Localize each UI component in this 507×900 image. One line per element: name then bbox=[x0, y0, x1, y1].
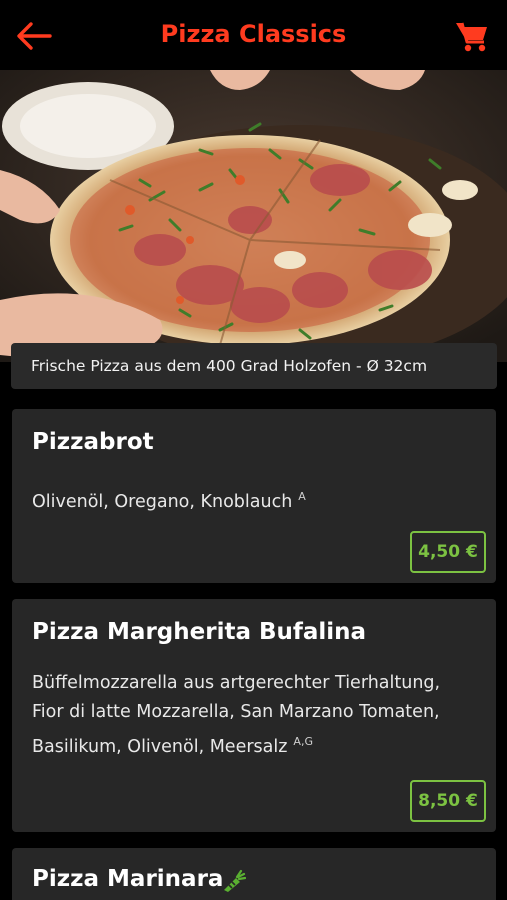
menu-item-name: Pizza Marinara bbox=[32, 866, 224, 892]
menu-item-card[interactable]: Pizza Margherita Bufalina Büffelmozzarel… bbox=[12, 599, 496, 832]
shopping-cart-icon bbox=[456, 22, 487, 52]
price-button[interactable]: 4,50 € bbox=[410, 531, 486, 573]
hero-pizza-image bbox=[0, 70, 507, 362]
allergen-codes: A bbox=[298, 490, 306, 503]
description-line: Olivenöl, Oregano, Knoblauch bbox=[32, 491, 293, 512]
menu-item-description: Büffelmozzarella aus artgerechter Tierha… bbox=[32, 669, 472, 762]
hero-caption: Frische Pizza aus dem 400 Grad Holzofen … bbox=[11, 343, 497, 389]
hero-caption-text: Frische Pizza aus dem 400 Grad Holzofen … bbox=[31, 357, 428, 375]
price-button[interactable]: 8,50 € bbox=[410, 780, 486, 822]
menu-item-card[interactable]: Pizzabrot Olivenöl, Oregano, Knoblauch A … bbox=[12, 409, 496, 583]
menu-item-name: Pizza Margherita Bufalina bbox=[32, 619, 367, 645]
cart-button[interactable] bbox=[455, 18, 489, 54]
description-line: Büffelmozzarella aus artgerechter Tierha… bbox=[32, 673, 441, 693]
menu-item-name: Pizzabrot bbox=[32, 429, 154, 455]
menu-item-description: Olivenöl, Oregano, Knoblauch A bbox=[32, 482, 472, 517]
description-line: Fior di latte Mozzarella, San Marzano To… bbox=[32, 702, 440, 722]
page-title: Pizza Classics bbox=[160, 20, 347, 48]
top-bar: Pizza Classics bbox=[0, 0, 507, 70]
description-line: Basilikum, Olivenöl, Meersalz bbox=[32, 736, 288, 757]
menu-item-card[interactable]: Pizza Marinara bbox=[12, 848, 496, 900]
allergen-codes: A,G bbox=[293, 735, 313, 748]
vegan-carrot-icon bbox=[224, 869, 246, 892]
